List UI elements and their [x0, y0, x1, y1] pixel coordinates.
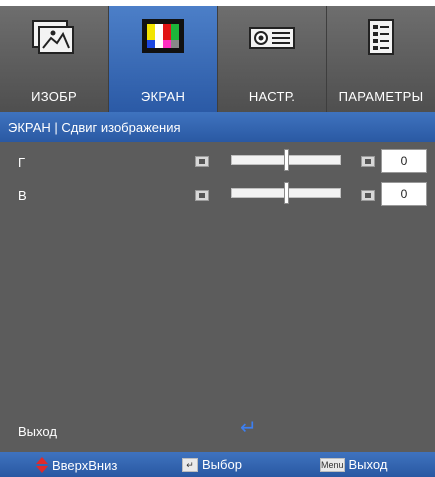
h-shift-value[interactable]: 0 [381, 149, 427, 173]
h-shift-slider-knob[interactable] [283, 149, 289, 171]
projector-setup-icon [246, 18, 298, 63]
enter-key-icon: ↵ [182, 457, 198, 472]
v-shift-value[interactable]: 0 [381, 182, 427, 206]
screen-color-bars-icon [139, 18, 187, 63]
v-shift-slider-knob[interactable] [283, 182, 289, 204]
tab-image-label: ИЗОБР [31, 89, 77, 104]
shift-down-icon[interactable] [195, 190, 209, 201]
footer-select-label: Выбор [202, 457, 242, 472]
footer-select-hint: ↵ Выбор [182, 457, 242, 472]
v-shift-slider[interactable] [231, 182, 341, 204]
footer-exit-label: Выход [348, 457, 388, 472]
footer-nav-label: ВверхВниз [52, 457, 118, 473]
tab-setup[interactable]: НАСТР. [218, 6, 327, 112]
image-icon [29, 18, 79, 63]
tab-image[interactable]: ИЗОБР [0, 6, 109, 112]
enter-icon: ↵ [240, 417, 257, 439]
tab-screen-label: ЭКРАН [140, 89, 186, 104]
breadcrumb: ЭКРАН | Сдвиг изображения [8, 120, 181, 135]
submenu-title-bar: ЭКРАН | Сдвиг изображения [0, 112, 435, 142]
footer-nav-hint: ВверхВниз [36, 457, 117, 473]
row-v-label: В [18, 188, 27, 203]
menu-key-icon: Menu [320, 457, 345, 472]
shift-left-icon[interactable] [195, 156, 209, 167]
options-document-icon [361, 18, 401, 65]
tab-options[interactable]: ПАРАМЕТРЫ [327, 6, 435, 112]
tab-options-label: ПАРАМЕТРЫ [338, 89, 424, 104]
osd-menu: ИЗОБР ЭКРАН НАСТР. ПАРАМЕТРЫ ЭКРАН | Сдв… [0, 0, 435, 477]
row-h-label: Г [18, 155, 26, 170]
exit-item-label[interactable]: Выход [18, 424, 57, 439]
shift-up-icon[interactable] [361, 190, 375, 201]
h-shift-slider[interactable] [231, 149, 341, 171]
up-down-arrows-icon [36, 457, 48, 473]
footer-exit-hint: Menu Выход [320, 457, 387, 472]
tab-setup-label: НАСТР. [248, 89, 296, 104]
shift-right-icon[interactable] [361, 156, 375, 167]
footer-hint-bar: ВверхВниз ↵ Выбор Menu Выход [0, 452, 435, 477]
menu-tabs: ИЗОБР ЭКРАН НАСТР. ПАРАМЕТРЫ [0, 6, 435, 112]
tab-screen[interactable]: ЭКРАН [109, 6, 218, 112]
